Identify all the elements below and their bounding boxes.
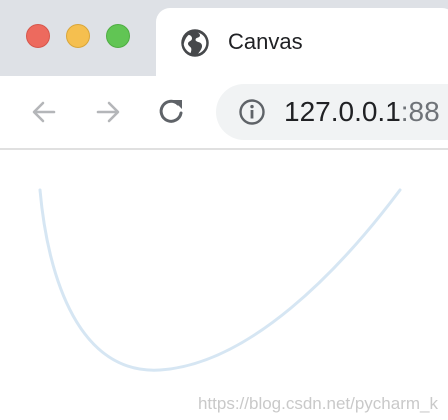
tab-title: Canvas (228, 29, 303, 54)
curve-line (38, 188, 402, 372)
info-icon[interactable] (238, 98, 266, 126)
url-text[interactable]: 127.0.0.1:88 (284, 96, 440, 128)
minimize-window-button[interactable] (66, 24, 90, 48)
drawing-canvas (38, 188, 402, 372)
close-window-button[interactable] (26, 24, 50, 48)
tab-canvas[interactable]: Canvas (156, 8, 448, 76)
browser-toolbar: 127.0.0.1:88 (0, 76, 448, 148)
globe-icon (181, 29, 209, 57)
zoom-window-button[interactable] (106, 24, 130, 48)
url-host: 127.0.0.1 (284, 96, 401, 127)
watermark-text: https://blog.csdn.net/pycharm_k (197, 394, 438, 413)
reload-icon[interactable] (154, 94, 190, 130)
url-port: :88 (400, 96, 440, 127)
browser-window: Canvas 127.0.0.1:88 https://blog.csdn.ne… (0, 0, 448, 420)
back-arrow-icon[interactable] (26, 94, 62, 130)
forward-arrow-icon[interactable] (90, 94, 126, 130)
address-bar[interactable]: 127.0.0.1:88 (216, 84, 448, 140)
tab-strip: Canvas (0, 0, 448, 76)
page-content: https://blog.csdn.net/pycharm_k (0, 150, 448, 420)
